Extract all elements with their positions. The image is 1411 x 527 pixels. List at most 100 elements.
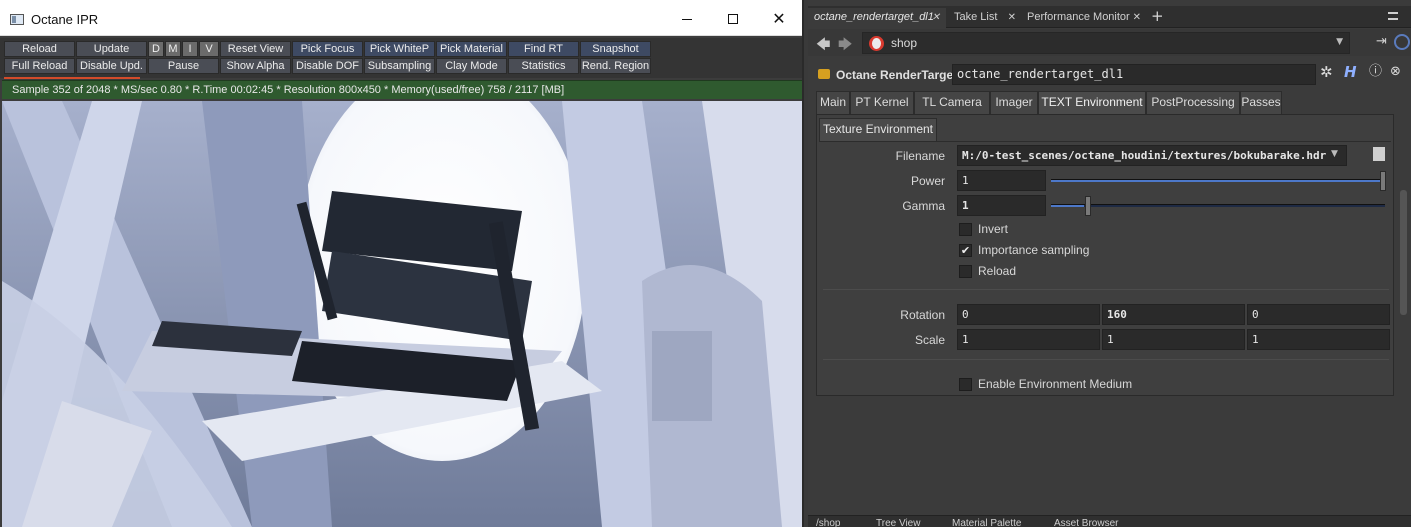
tab-performance-monitor[interactable]: Performance Monitor ✕ [1021, 8, 1147, 28]
scale-z-field[interactable]: 1 [1247, 329, 1390, 350]
power-slider[interactable] [1051, 171, 1386, 191]
help-h-icon[interactable]: H [1344, 65, 1357, 80]
tab-material-palette[interactable]: Material Palette [952, 517, 1021, 527]
render-region-button[interactable]: Rend. Region [580, 58, 651, 74]
full-reload-button[interactable]: Full Reload [4, 58, 75, 74]
importance-sampling-label: Importance sampling [978, 243, 1090, 257]
node-name-field[interactable]: octane_rendertarget_dl1 [952, 64, 1316, 85]
pane-menu-icon[interactable] [1388, 12, 1398, 20]
minimize-icon [682, 18, 692, 20]
network-path-field[interactable]: shop ▼ [862, 32, 1350, 54]
tab-label: Take List [954, 11, 998, 23]
toggle-i-button[interactable]: I [182, 41, 198, 57]
tab-pt-kernel[interactable]: PT Kernel [850, 91, 914, 114]
render-status-bar: Sample 352 of 2048 * MS/sec 0.80 * R.Tim… [2, 80, 802, 99]
rendertarget-node-icon [818, 69, 830, 79]
power-field[interactable]: 1 [957, 170, 1046, 191]
tab-take-list[interactable]: Take List ✕ [948, 8, 1022, 28]
pin-icon[interactable]: ⇥ [1376, 34, 1387, 49]
filename-field[interactable]: M:/0-test_scenes/octane_houdini/textures… [957, 145, 1347, 166]
tab-main[interactable]: Main [816, 91, 850, 114]
scale-x-field[interactable]: 1 [957, 329, 1100, 350]
forward-arrow-icon[interactable]: 🡆 [838, 34, 852, 58]
close-icon: ✕ [772, 9, 786, 28]
render-viewport[interactable] [2, 101, 802, 527]
tab-asset-browser[interactable]: Asset Browser [1054, 517, 1118, 527]
window-app-icon [10, 14, 24, 25]
scale-label: Scale [914, 333, 945, 347]
reload-label: Reload [978, 264, 1017, 278]
link-icon[interactable] [1394, 34, 1410, 50]
add-tab-icon[interactable]: + [1151, 9, 1164, 24]
octane-ipr-window: Octane IPR ✕ Reload Update D M I V Reset… [0, 0, 804, 527]
tab-close-icon[interactable]: ✕ [1008, 8, 1016, 27]
tab-postprocessing[interactable]: PostProcessing [1146, 91, 1240, 114]
disable-dof-button[interactable]: Disable DOF [292, 58, 363, 74]
rotation-x-field[interactable]: 0 [957, 304, 1100, 325]
tab-tl-camera[interactable]: TL Camera [914, 91, 990, 114]
pane-tab-bar: octane_rendertarget_dl1 ✕ Take List ✕ Pe… [808, 6, 1411, 28]
tab-close-icon[interactable]: ✕ [932, 8, 940, 27]
environment-medium-label: Enable Environment Medium [978, 377, 1133, 391]
scrollbar[interactable] [1400, 190, 1407, 315]
ipr-titlebar[interactable]: Octane IPR ✕ [0, 0, 802, 36]
info-icon[interactable]: ⓘ [1369, 65, 1382, 78]
chevron-down-icon[interactable]: ▼ [1336, 37, 1343, 47]
maximize-button[interactable] [710, 4, 756, 34]
tab-close-icon[interactable]: ✕ [1133, 8, 1141, 27]
tab-tree-view[interactable]: Tree View [876, 517, 920, 527]
toggle-v-button[interactable]: V [199, 41, 219, 57]
importance-sampling-checkbox[interactable]: ✔ [959, 244, 972, 257]
scale-y-field[interactable]: 1 [1102, 329, 1245, 350]
path-text: shop [891, 36, 918, 50]
octane-context-icon [869, 36, 884, 51]
maximize-icon [728, 14, 738, 24]
more-icon[interactable]: ⊗ [1390, 65, 1401, 78]
back-arrow-icon[interactable]: 🡄 [816, 34, 830, 58]
parameter-area: Texture Environment Filename M:/0-test_s… [816, 114, 1394, 396]
update-button[interactable]: Update [76, 41, 147, 57]
clay-mode-button[interactable]: Clay Mode [436, 58, 507, 74]
tab-label: octane_rendertarget_dl1 [814, 11, 934, 23]
path-bar: 🡄 🡆 shop ▼ ⇥ [808, 29, 1411, 56]
minimize-button[interactable] [664, 4, 710, 34]
gamma-field[interactable]: 1 [957, 195, 1046, 216]
find-rt-button[interactable]: Find RT [508, 41, 579, 57]
pick-material-button[interactable]: Pick Material [436, 41, 507, 57]
pick-whitepoint-button[interactable]: Pick WhiteP [364, 41, 435, 57]
tab-shop[interactable]: /shop [816, 517, 840, 527]
toggle-m-button[interactable]: M [165, 41, 181, 57]
filename-history-dropdown[interactable]: ▼ [1331, 149, 1338, 159]
pause-button[interactable]: Pause [148, 58, 219, 74]
gamma-slider[interactable] [1051, 196, 1385, 216]
file-browse-icon[interactable] [1373, 147, 1385, 161]
snapshot-button[interactable]: Snapshot [580, 41, 651, 57]
disable-update-button[interactable]: Disable Upd. [76, 58, 147, 74]
environment-medium-checkbox[interactable] [959, 378, 972, 391]
invert-checkbox[interactable] [959, 223, 972, 236]
rotation-z-field[interactable]: 0 [1247, 304, 1390, 325]
tab-octane-rendertarget[interactable]: octane_rendertarget_dl1 ✕ [808, 8, 946, 28]
gamma-slider-handle[interactable] [1085, 196, 1091, 216]
toggle-d-button[interactable]: D [148, 41, 164, 57]
texture-environment-panel: Filename M:/0-test_scenes/octane_houdini… [819, 141, 1391, 395]
close-button[interactable]: ✕ [756, 4, 802, 34]
ipr-toolbar: Reload Update D M I V Reset View Pick Fo… [0, 38, 802, 78]
reset-view-button[interactable]: Reset View [220, 41, 291, 57]
show-alpha-button[interactable]: Show Alpha [220, 58, 291, 74]
statistics-button[interactable]: Statistics [508, 58, 579, 74]
power-slider-handle[interactable] [1380, 171, 1386, 191]
reload-button[interactable]: Reload [4, 41, 75, 57]
separator [823, 289, 1389, 290]
reload-checkbox[interactable] [959, 265, 972, 278]
tab-texture-environment[interactable]: Texture Environment [819, 118, 937, 141]
tab-imager[interactable]: Imager [990, 91, 1038, 114]
rotation-y-field[interactable]: 160 [1102, 304, 1245, 325]
tab-passes[interactable]: Passes [1240, 91, 1282, 114]
gear-icon[interactable]: ✲ [1320, 65, 1333, 80]
parameter-tabs: Main PT Kernel TL Camera Imager TEXT Env… [816, 91, 1411, 114]
tab-text-environment[interactable]: TEXT Environment [1038, 91, 1146, 114]
subsampling-button[interactable]: Subsampling [364, 58, 435, 74]
node-header: Octane RenderTarget octane_rendertarget_… [808, 60, 1411, 88]
pick-focus-button[interactable]: Pick Focus [292, 41, 363, 57]
